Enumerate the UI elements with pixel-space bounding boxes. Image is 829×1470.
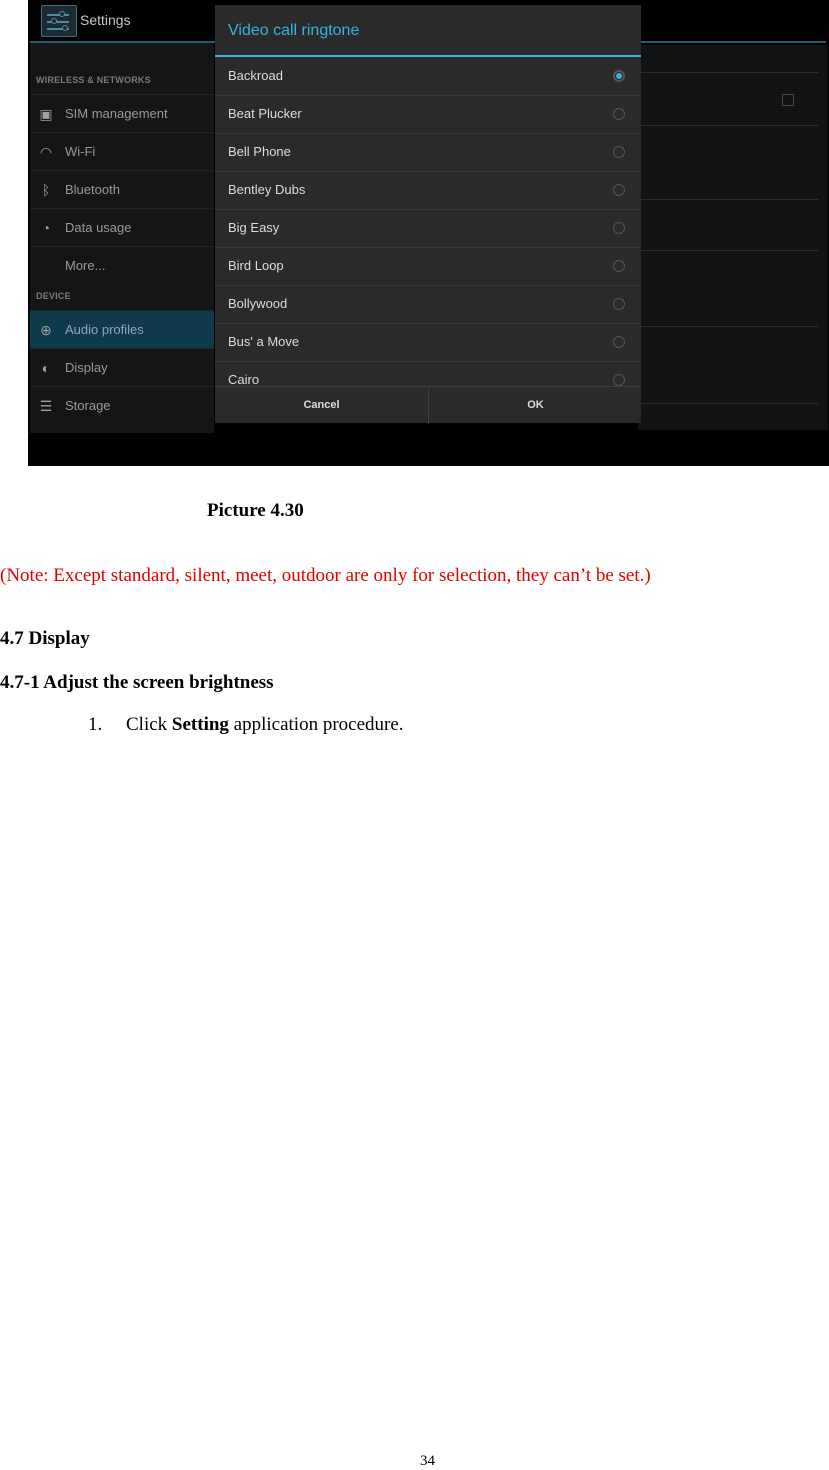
divider [638,326,818,327]
sidebar-item-label: Bluetooth [65,182,120,197]
sidebar-item-display[interactable]: ◐ Display [30,348,214,386]
dialog-button-bar: Cancel OK [215,386,641,424]
radio-unselected-icon[interactable] [613,298,625,310]
sidebar-item-label: SIM management [65,106,168,121]
app-title: Settings [80,12,131,28]
ringtone-dialog: Video call ringtone Backroad Beat Plucke… [215,5,641,424]
divider [638,250,818,251]
data-usage-icon: ◔ [41,220,51,236]
ringtone-label: Beat Plucker [228,106,302,121]
ringtone-label: Bollywood [228,296,288,311]
ringtone-option[interactable]: Bollywood [215,285,641,324]
step-number: 1. [88,714,103,735]
step-suffix: application procedure. [228,714,404,735]
sidebar-item-label: Storage [65,398,111,413]
ringtone-label: Big Easy [228,220,280,235]
step-prefix: Click [126,714,172,735]
step-bold: Setting [171,714,229,735]
sidebar-item-audio-profiles[interactable]: ⊕ Audio profiles [30,310,214,348]
ringtone-option[interactable]: Backroad [215,57,641,96]
sidebar-item-storage[interactable]: ☰ Storage [30,386,214,424]
sidebar-item-data-usage[interactable]: ◔ Data usage [30,208,214,246]
screenshot-border [0,466,595,469]
subsection-heading: 4.7-1 Adjust the screen brightness [0,672,274,693]
sidebar-item-label: More... [65,258,106,273]
sidebar-item-label: Data usage [65,220,132,235]
radio-selected-icon[interactable] [613,70,625,82]
note-text: (Note: Except standard, silent, meet, ou… [0,565,651,586]
sidebar-item-sim-management[interactable]: ▣ SIM management [30,94,214,132]
ringtone-label: Bentley Dubs [228,182,306,197]
dialog-title: Video call ringtone [228,22,360,39]
storage-icon: ☰ [39,398,53,414]
ringtone-label: Bell Phone [228,144,291,159]
radio-unselected-icon[interactable] [613,336,625,348]
ok-button[interactable]: OK [429,387,642,424]
page-number: 34 [420,1453,435,1469]
ringtone-option[interactable]: Bird Loop [215,247,641,286]
divider [638,403,818,404]
cancel-button[interactable]: Cancel [215,387,429,424]
ringtone-label: Bird Loop [228,258,284,273]
ringtone-label: Backroad [228,68,283,83]
settings-detail-pane [638,45,828,430]
sidebar-item-wifi[interactable]: ◠ Wi-Fi [30,132,214,170]
sim-icon: ▣ [39,106,53,122]
settings-screenshot: Settings WIRELESS & NETWORKS ▣ SIM manag… [28,0,829,466]
ringtone-option[interactable]: Bus' a Move [215,323,641,362]
radio-unselected-icon[interactable] [613,222,625,234]
ringtone-label: Bus' a Move [228,334,300,349]
sidebar-item-more[interactable]: More... [30,246,214,284]
radio-unselected-icon[interactable] [613,146,625,158]
step-item: 1. Click Setting application procedure. [88,714,404,736]
section-heading: 4.7 Display [0,628,90,649]
ringtone-option[interactable]: Big Easy [215,209,641,248]
ringtone-list[interactable]: Backroad Beat Plucker Bell Phone Bentley… [215,57,641,387]
sidebar-item-label: Audio profiles [65,322,144,337]
checkbox[interactable] [782,94,794,106]
divider [638,199,818,200]
ringtone-option[interactable]: Cairo [215,361,641,387]
radio-unselected-icon[interactable] [613,184,625,196]
radio-unselected-icon[interactable] [613,260,625,272]
figure-caption: Picture 4.30 [207,500,304,521]
display-icon: ◐ [41,360,51,376]
audio-profiles-icon: ⊕ [40,322,52,338]
bluetooth-icon: ᛒ [41,182,51,198]
settings-app-icon [41,5,77,37]
section-header-device: DEVICE [36,291,71,301]
sidebar-item-label: Display [65,360,108,375]
settings-sidebar: WIRELESS & NETWORKS ▣ SIM management ◠ W… [30,43,214,433]
radio-unselected-icon[interactable] [613,374,625,386]
ringtone-option[interactable]: Beat Plucker [215,95,641,134]
ringtone-option[interactable]: Bell Phone [215,133,641,172]
wifi-icon: ◠ [39,144,53,160]
divider [638,72,818,73]
section-header-wireless: WIRELESS & NETWORKS [36,75,151,85]
ringtone-label: Cairo [228,372,260,387]
divider [638,125,818,126]
radio-unselected-icon[interactable] [613,108,625,120]
sidebar-item-label: Wi-Fi [65,144,96,159]
ringtone-option[interactable]: Bentley Dubs [215,171,641,210]
sidebar-item-bluetooth[interactable]: ᛒ Bluetooth [30,170,214,208]
